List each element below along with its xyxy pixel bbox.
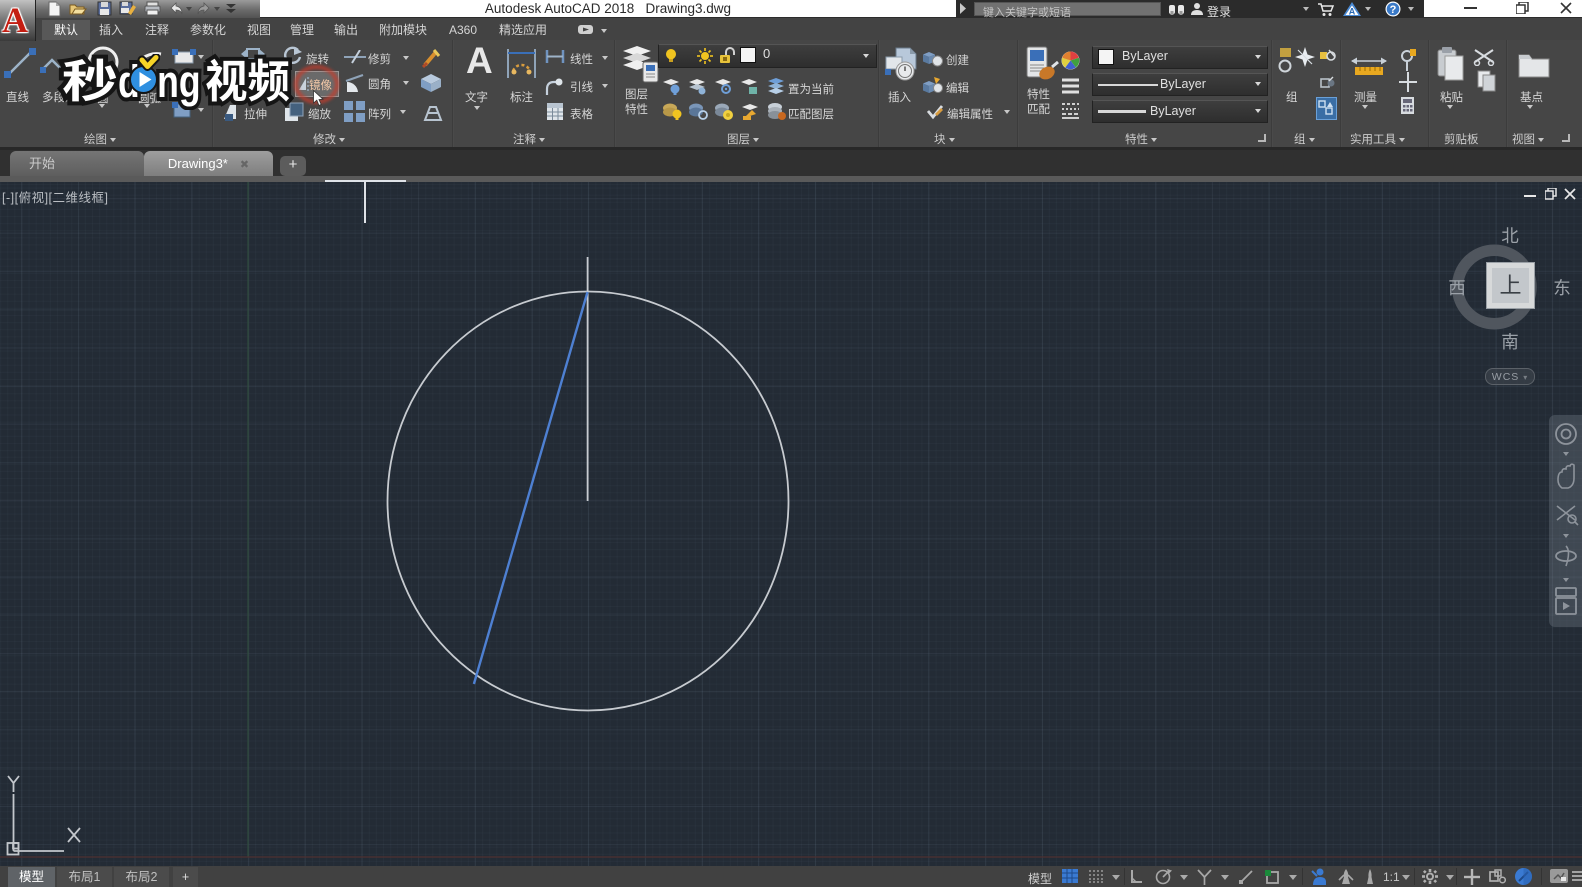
svg-text:西: 西 [1448,278,1466,298]
svg-text:A: A [1349,7,1356,17]
svg-text:北: 北 [1501,226,1519,246]
svg-text:?: ? [1390,4,1397,16]
svg-text:南: 南 [1501,332,1519,352]
svg-text:东: 东 [1553,278,1571,298]
